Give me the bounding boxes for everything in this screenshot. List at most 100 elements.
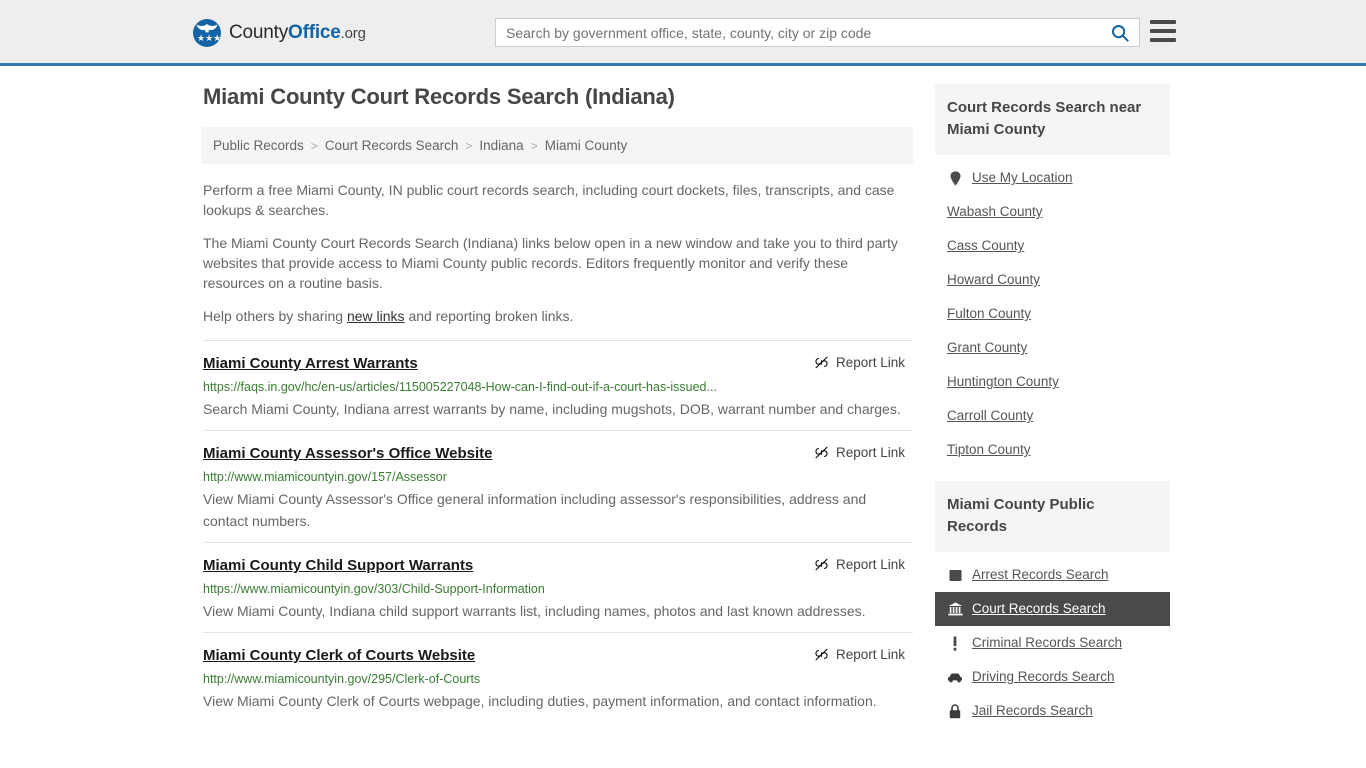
sidebar-item-label: Arrest Records Search (972, 567, 1109, 582)
result-header: Miami County Child Support Warrants Repo… (203, 556, 913, 576)
menu-button[interactable] (1150, 20, 1176, 42)
logo-wordmark: CountyOffice.org (229, 22, 366, 44)
exclamation-icon (947, 635, 963, 651)
broken-link-icon (815, 446, 828, 459)
report-link-button[interactable]: Report Link (814, 647, 913, 662)
result-header: Miami County Arrest Warrants Report Link (203, 354, 913, 374)
breadcrumb: Public Records > Court Records Search > … (201, 127, 913, 164)
countyoffice-logo-icon: ★ ★ ★ (193, 19, 221, 47)
sidebar-item-wabash-county[interactable]: Wabash County (935, 195, 1170, 229)
stars-icon: ★ ★ ★ (197, 33, 221, 43)
intro-p3-after: and reporting broken links. (404, 308, 574, 324)
result-url[interactable]: http://www.miamicountyin.gov/157/Assesso… (203, 469, 913, 485)
intro-paragraph-1: Perform a free Miami County, IN public c… (203, 182, 895, 218)
sidebar-item-label: Carroll County (947, 408, 1034, 423)
sidebar-item-label: Jail Records Search (972, 703, 1093, 718)
results-list: Miami County Arrest Warrants Report Link (203, 340, 913, 722)
result-header: Miami County Assessor's Office Website R… (203, 444, 913, 464)
public-records-heading: Miami County Public Records (935, 481, 1170, 552)
breadcrumb-item-miami-county[interactable]: Miami County (545, 138, 628, 153)
result-title-link[interactable]: Miami County Clerk of Courts Website (203, 646, 475, 666)
public-records-list: Arrest Records Search Court Records Sear… (935, 552, 1170, 728)
report-link-button[interactable]: Report Link (814, 445, 913, 460)
sidebar-item-criminal-records-search[interactable]: Criminal Records Search (935, 626, 1170, 660)
search-input[interactable] (496, 19, 1101, 46)
result-header: Miami County Clerk of Courts Website Rep… (203, 646, 913, 666)
sidebar-item-grant-county[interactable]: Grant County (935, 331, 1170, 365)
sidebar-item-carroll-county[interactable]: Carroll County (935, 399, 1170, 433)
report-link-label: Report Link (835, 445, 905, 460)
site-header: ★ ★ ★ CountyOffice.org (0, 0, 1366, 66)
sidebar-item-label: Grant County (947, 340, 1028, 355)
sidebar-item-label: Tipton County (947, 442, 1031, 457)
fingerprint-icon (947, 567, 963, 583)
hamburger-bar-3 (1150, 38, 1176, 42)
logo-text-org: .org (340, 25, 366, 42)
sidebar-item-cass-county[interactable]: Cass County (935, 229, 1170, 263)
result-item: Miami County Child Support Warrants Repo… (203, 542, 913, 632)
sidebar-item-label: Court Records Search (972, 601, 1106, 616)
broken-link-icon (815, 558, 828, 571)
result-title-link[interactable]: Miami County Assessor's Office Website (203, 444, 492, 464)
report-link-label: Report Link (835, 647, 905, 662)
result-url[interactable]: http://www.miamicountyin.gov/295/Clerk-o… (203, 671, 913, 687)
intro-paragraph-3: Help others by sharing new links and rep… (203, 306, 913, 326)
sidebar-item-label: Cass County (947, 238, 1025, 253)
sidebar-item-label: Criminal Records Search (972, 635, 1123, 650)
report-link-button[interactable]: Report Link (814, 557, 913, 572)
breadcrumb-item-indiana[interactable]: Indiana (479, 138, 523, 153)
sidebar-item-court-records-search[interactable]: Court Records Search (935, 592, 1170, 626)
sidebar-item-fulton-county[interactable]: Fulton County (935, 297, 1170, 331)
result-description: View Miami County, Indiana child support… (203, 603, 866, 619)
result-description: View Miami County Assessor's Office gene… (203, 491, 867, 529)
result-item: Miami County Clerk of Courts Website Rep… (203, 632, 913, 722)
main-column: Miami County Court Records Search (India… (193, 84, 913, 722)
report-link-label: Report Link (835, 557, 905, 572)
result-item: Miami County Assessor's Office Website R… (203, 430, 913, 542)
breadcrumb-separator-icon: > (465, 138, 473, 153)
new-links-link[interactable]: new links (347, 308, 405, 324)
sidebar-item-jail-records-search[interactable]: Jail Records Search (935, 694, 1170, 728)
logo-text-office: Office (288, 22, 341, 43)
nearby-counties-card: Court Records Search near Miami County U… (935, 84, 1170, 467)
sidebar-item-driving-records-search[interactable]: Driving Records Search (935, 660, 1170, 694)
intro-paragraph-2: The Miami County Court Records Search (I… (203, 235, 898, 291)
search-button[interactable] (1101, 19, 1139, 46)
car-icon (947, 669, 963, 685)
map-pin-icon (947, 170, 963, 186)
search-icon (1112, 24, 1129, 42)
result-url[interactable]: https://www.miamicountyin.gov/303/Child-… (203, 581, 913, 597)
result-title-link[interactable]: Miami County Child Support Warrants (203, 556, 473, 576)
report-link-button[interactable]: Report Link (814, 355, 913, 370)
public-records-card: Miami County Public Records Arrest Recor… (935, 481, 1170, 728)
site-logo[interactable]: ★ ★ ★ CountyOffice.org (193, 18, 366, 48)
sidebar-item-label: Driving Records Search (972, 669, 1115, 684)
lock-icon (947, 703, 963, 719)
sidebar-item-label: Use My Location (972, 170, 1073, 185)
hamburger-bar-2 (1150, 29, 1176, 33)
page-body: Miami County Court Records Search (India… (0, 66, 1366, 742)
content-container: Miami County Court Records Search (India… (193, 84, 1173, 742)
logo-text-county: County (229, 22, 289, 43)
result-item: Miami County Arrest Warrants Report Link (203, 340, 913, 430)
hamburger-bar-1 (1150, 20, 1176, 24)
sidebar: Court Records Search near Miami County U… (935, 84, 1170, 742)
broken-link-icon (815, 648, 828, 661)
intro-p3-before: Help others by sharing (203, 308, 347, 324)
search-bar[interactable] (495, 18, 1140, 47)
sidebar-item-howard-county[interactable]: Howard County (935, 263, 1170, 297)
sidebar-item-use-my-location[interactable]: Use My Location (935, 161, 1170, 195)
report-link-label: Report Link (835, 355, 905, 370)
breadcrumb-item-public-records[interactable]: Public Records (213, 138, 304, 153)
breadcrumb-item-court-records-search[interactable]: Court Records Search (325, 138, 459, 153)
sidebar-item-label: Wabash County (947, 204, 1043, 219)
sidebar-item-label: Huntington County (947, 374, 1059, 389)
result-url[interactable]: https://faqs.in.gov/hc/en-us/articles/11… (203, 379, 913, 395)
result-title-link[interactable]: Miami County Arrest Warrants (203, 354, 418, 374)
sidebar-item-label: Fulton County (947, 306, 1032, 321)
sidebar-item-label: Howard County (947, 272, 1041, 287)
sidebar-item-tipton-county[interactable]: Tipton County (935, 433, 1170, 467)
courthouse-icon (947, 601, 963, 617)
sidebar-item-huntington-county[interactable]: Huntington County (935, 365, 1170, 399)
sidebar-item-arrest-records-search[interactable]: Arrest Records Search (935, 558, 1170, 592)
